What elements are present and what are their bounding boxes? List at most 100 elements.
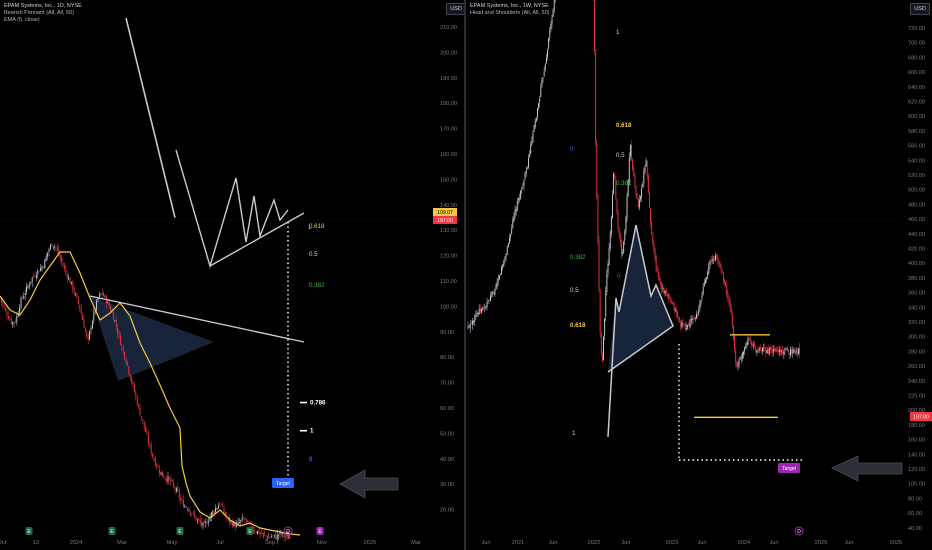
right-y-tick: 700.00 — [908, 41, 925, 47]
right-candle — [497, 278, 499, 281]
right-candle — [657, 271, 659, 278]
right-candle — [494, 289, 496, 295]
right-candle — [511, 228, 513, 234]
left-pennant-zigzag — [175, 149, 289, 269]
right-y-tick: 420.00 — [908, 247, 925, 253]
left-y-tick: 90.00 — [440, 330, 454, 336]
right-candle — [680, 320, 682, 327]
right-candle — [597, 195, 599, 243]
right-candle — [755, 347, 757, 353]
right-candle — [508, 237, 510, 244]
left-candle — [90, 327, 92, 331]
right-candle — [612, 194, 613, 218]
right-candle — [469, 324, 471, 329]
left-candle — [275, 535, 277, 540]
right-candle — [475, 314, 477, 318]
left-candle — [118, 332, 120, 335]
right-candle — [550, 23, 552, 31]
left-candle — [142, 419, 144, 422]
left-candle — [205, 521, 207, 524]
left-indicator-ema[interactable]: EMA (5, close) — [4, 17, 82, 24]
right-candle — [765, 350, 767, 354]
right-y-tick: 320.00 — [908, 320, 925, 326]
right-candle — [543, 71, 545, 77]
right-candle — [470, 323, 472, 325]
left-candle — [217, 505, 219, 509]
right-candle — [512, 219, 514, 228]
right-candle — [642, 184, 644, 187]
left-candle — [160, 472, 162, 475]
right-candle — [699, 303, 701, 310]
right-candle — [656, 269, 658, 271]
left-chart-pane[interactable]: 210.00 200.00 190.00 180.00 170.00 160.00 150.… — [0, 0, 464, 550]
right-y-tick: 260.00 — [908, 364, 925, 370]
right-indicator-hs[interactable]: Head and Shoulders (All, All, 50) — [470, 10, 550, 17]
right-candle — [467, 326, 469, 328]
left-candle — [110, 306, 112, 312]
right-candle — [541, 79, 543, 87]
right-candle — [688, 324, 690, 326]
right-candle — [739, 357, 741, 359]
right-candle — [696, 313, 697, 319]
right-chart-svg[interactable]: 720.00 700.00 680.00 660.00 640.00 620.00 600.… — [466, 0, 932, 550]
left-candle — [63, 266, 65, 269]
left-candle — [264, 532, 266, 535]
right-candle — [502, 264, 504, 268]
left-currency-button[interactable]: USD — [446, 3, 464, 15]
left-candle — [150, 444, 152, 454]
right-y-tick: 520.00 — [908, 173, 925, 179]
right-candle — [624, 231, 626, 241]
right-candle — [521, 187, 523, 190]
left-pennant-lower — [209, 212, 305, 267]
right-y-tick: 120.00 — [908, 467, 925, 473]
left-candle — [82, 314, 84, 320]
left-y-tick: 210.00 — [440, 25, 457, 31]
left-chart-svg[interactable]: 210.00200.00190.00180.00170.00160.00150.… — [0, 0, 464, 550]
right-candle — [767, 348, 769, 354]
right-candle — [787, 349, 789, 353]
right-currency-button[interactable]: USD — [910, 3, 930, 15]
right-candle — [780, 349, 781, 352]
right-candle — [782, 349, 784, 354]
right-candle — [645, 160, 647, 167]
left-candle — [77, 298, 79, 304]
right-fib-label: 0.5 — [616, 152, 625, 159]
right-candle — [516, 200, 518, 211]
right-candle — [736, 362, 738, 366]
right-candle — [485, 306, 487, 308]
right-chart-pane[interactable]: 720.00 700.00 680.00 660.00 640.00 620.00 600.… — [466, 0, 932, 550]
right-candle — [759, 347, 761, 350]
left-candle — [73, 288, 75, 294]
right-candle — [768, 348, 770, 355]
right-candle — [638, 199, 640, 208]
right-candle — [480, 308, 482, 313]
left-indicator-pennant[interactable]: Bearish Pennant (All, All, 50) — [4, 10, 82, 17]
right-candle — [620, 242, 622, 255]
left-candle — [107, 301, 109, 304]
left-candle — [213, 511, 215, 513]
left-candle — [125, 359, 127, 363]
left-y-tick: 190.00 — [440, 76, 457, 82]
right-candle — [530, 144, 532, 154]
left-candle — [108, 302, 110, 307]
right-candle — [489, 295, 491, 302]
right-candle — [609, 232, 611, 249]
left-candle — [178, 490, 180, 498]
left-candle — [257, 531, 259, 534]
right-candle — [524, 173, 526, 179]
right-candle — [692, 317, 694, 320]
right-candle — [776, 349, 778, 352]
left-candle — [59, 254, 61, 259]
left-fib-label: 0.382 — [309, 282, 325, 289]
right-y-tick: 660.00 — [908, 70, 925, 76]
left-candle — [128, 366, 130, 374]
left-candle — [10, 318, 12, 324]
right-fib-label: 0 — [617, 273, 621, 280]
right-candle — [507, 243, 509, 248]
left-candle — [79, 305, 81, 309]
right-x-tick: 2024 — [738, 540, 750, 546]
right-candle — [493, 291, 495, 295]
right-candle — [772, 348, 774, 353]
right-y-tick: 720.00 — [908, 26, 925, 32]
left-candle — [38, 271, 40, 273]
